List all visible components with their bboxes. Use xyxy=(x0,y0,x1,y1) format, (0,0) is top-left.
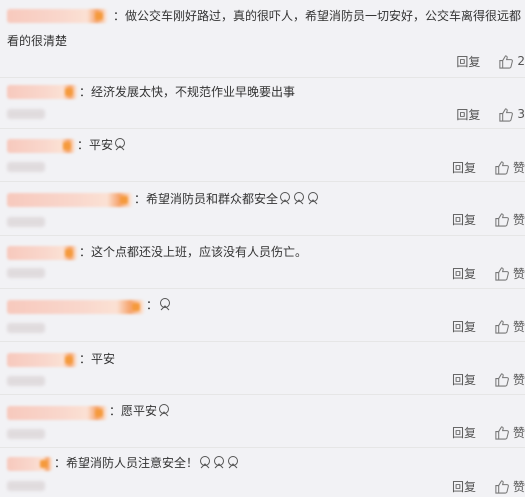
username-blurred[interactable] xyxy=(7,457,52,471)
thumbs-up-icon xyxy=(495,266,509,281)
like-button[interactable]: 赞 xyxy=(494,159,525,176)
comment-body: ：平安 xyxy=(77,138,114,152)
thumbs-up-icon xyxy=(495,160,509,175)
username-blurred[interactable] xyxy=(7,85,77,99)
username-blurred[interactable] xyxy=(7,406,107,420)
pray-emoji-icon xyxy=(115,138,126,151)
pray-emoji-icon xyxy=(280,192,291,205)
pray-emoji-icon xyxy=(214,456,225,469)
comment-item: ： 回复 赞 xyxy=(0,289,525,342)
comment-item: ：愿平安 回复 赞 xyxy=(0,395,525,448)
blurred-region xyxy=(7,217,45,227)
comment-body: ：希望消防员和群众都安全 xyxy=(134,192,279,206)
blurred-region xyxy=(7,109,45,119)
username-blurred[interactable] xyxy=(7,193,132,207)
like-button[interactable]: 3 xyxy=(498,107,525,122)
thumbs-up-icon xyxy=(495,372,509,387)
comment-text-continued: 看的很清楚 xyxy=(7,34,68,48)
thumbs-up-icon xyxy=(495,319,509,334)
comment-text: ：平安 xyxy=(77,135,127,156)
reply-button[interactable]: 回复 xyxy=(456,53,480,70)
like-count: 3 xyxy=(517,107,525,121)
comment-actions: 回复 赞 xyxy=(452,370,525,388)
like-button[interactable]: 赞 xyxy=(494,318,525,335)
pray-emoji-icon xyxy=(308,192,319,205)
comment-body: ：希望消防人员注意安全！ xyxy=(54,456,199,470)
like-button[interactable]: 赞 xyxy=(494,371,525,388)
comment-text: ：希望消防人员注意安全！ xyxy=(54,453,240,474)
like-button[interactable]: 2 xyxy=(498,54,525,69)
blurred-region xyxy=(7,268,45,278)
blurred-region xyxy=(7,323,45,333)
comment-item: ：这个点都还没上班，应该没有人员伤亡。 回复 赞 xyxy=(0,236,525,289)
like-button[interactable]: 赞 xyxy=(494,424,525,441)
blurred-region xyxy=(7,162,45,172)
comment-actions: 回复 赞 xyxy=(452,264,525,282)
like-count: 赞 xyxy=(512,266,525,281)
like-count: 赞 xyxy=(512,372,525,387)
reply-button[interactable]: 回复 xyxy=(452,371,476,388)
comment-body: ：愿平安 xyxy=(109,404,158,418)
like-count: 赞 xyxy=(512,212,525,227)
comment-text: ：这个点都还没上班，应该没有人员伤亡。 xyxy=(79,245,308,259)
comment-actions: 回复 赞 xyxy=(452,317,525,335)
comment-actions: 回复 赞 xyxy=(452,158,525,176)
comment-actions: 回复 赞 xyxy=(452,477,525,495)
reply-button[interactable]: 回复 xyxy=(452,424,476,441)
reply-button[interactable]: 回复 xyxy=(452,478,476,495)
pray-emoji-icon xyxy=(200,456,211,469)
blurred-region xyxy=(7,429,45,439)
comment-item: ：希望消防人员注意安全！ 回复 赞 xyxy=(0,448,525,497)
like-count: 赞 xyxy=(512,160,525,175)
pray-emoji-icon xyxy=(228,456,239,469)
like-count: 2 xyxy=(517,54,525,68)
reply-button[interactable]: 回复 xyxy=(452,265,476,282)
like-count: 赞 xyxy=(512,479,525,494)
thumbs-up-icon xyxy=(499,107,514,122)
comment-actions: 回复 赞 xyxy=(452,210,525,228)
username-blurred[interactable] xyxy=(7,300,144,314)
like-count: 赞 xyxy=(512,425,525,440)
comment-actions: 回复 3 xyxy=(456,105,525,123)
comment-item: ：经济发展太快，不规范作业早晚要出事 回复 3 xyxy=(0,78,525,129)
comment-text: ：平安 xyxy=(79,352,116,366)
comment-item: ：希望消防员和群众都安全 回复 赞 xyxy=(0,182,525,236)
blurred-region xyxy=(7,481,45,491)
comment-item: ：做公交车刚好路过，真的很吓人，希望消防员一切安好，公交车离得很远都 看的很清楚… xyxy=(0,0,525,78)
like-button[interactable]: 赞 xyxy=(494,211,525,228)
pray-emoji-icon xyxy=(294,192,305,205)
thumbs-up-icon xyxy=(499,54,514,69)
thumbs-up-icon xyxy=(495,212,509,227)
like-button[interactable]: 赞 xyxy=(494,265,525,282)
username-blurred[interactable] xyxy=(7,353,77,367)
pray-emoji-icon xyxy=(159,404,170,417)
thumbs-up-icon xyxy=(495,479,509,494)
comment-actions: 回复 2 xyxy=(456,52,525,70)
blurred-region xyxy=(7,376,45,386)
username-blurred[interactable] xyxy=(7,139,75,153)
comment-text: ：经济发展太快，不规范作业早晚要出事 xyxy=(79,85,296,99)
username-blurred[interactable] xyxy=(7,246,77,260)
thumbs-up-icon xyxy=(495,425,509,440)
comment-actions: 回复 赞 xyxy=(452,423,525,441)
comment-text: ：希望消防员和群众都安全 xyxy=(134,189,320,210)
comment-item: ：平安 回复 赞 xyxy=(0,129,525,182)
username-blurred[interactable] xyxy=(7,9,107,23)
comment-item: ：平安 回复 赞 xyxy=(0,342,525,395)
comment-text: ： xyxy=(146,295,172,316)
reply-button[interactable]: 回复 xyxy=(452,318,476,335)
comment-text: ：做公交车刚好路过，真的很吓人，希望消防员一切安好，公交车离得很远都 xyxy=(113,9,522,23)
pray-emoji-icon xyxy=(160,298,171,311)
reply-button[interactable]: 回复 xyxy=(452,211,476,228)
comment-text: ：愿平安 xyxy=(109,401,171,422)
reply-button[interactable]: 回复 xyxy=(456,106,480,123)
like-count: 赞 xyxy=(512,319,525,334)
reply-button[interactable]: 回复 xyxy=(452,159,476,176)
comment-body: ： xyxy=(146,298,159,312)
like-button[interactable]: 赞 xyxy=(494,478,525,495)
